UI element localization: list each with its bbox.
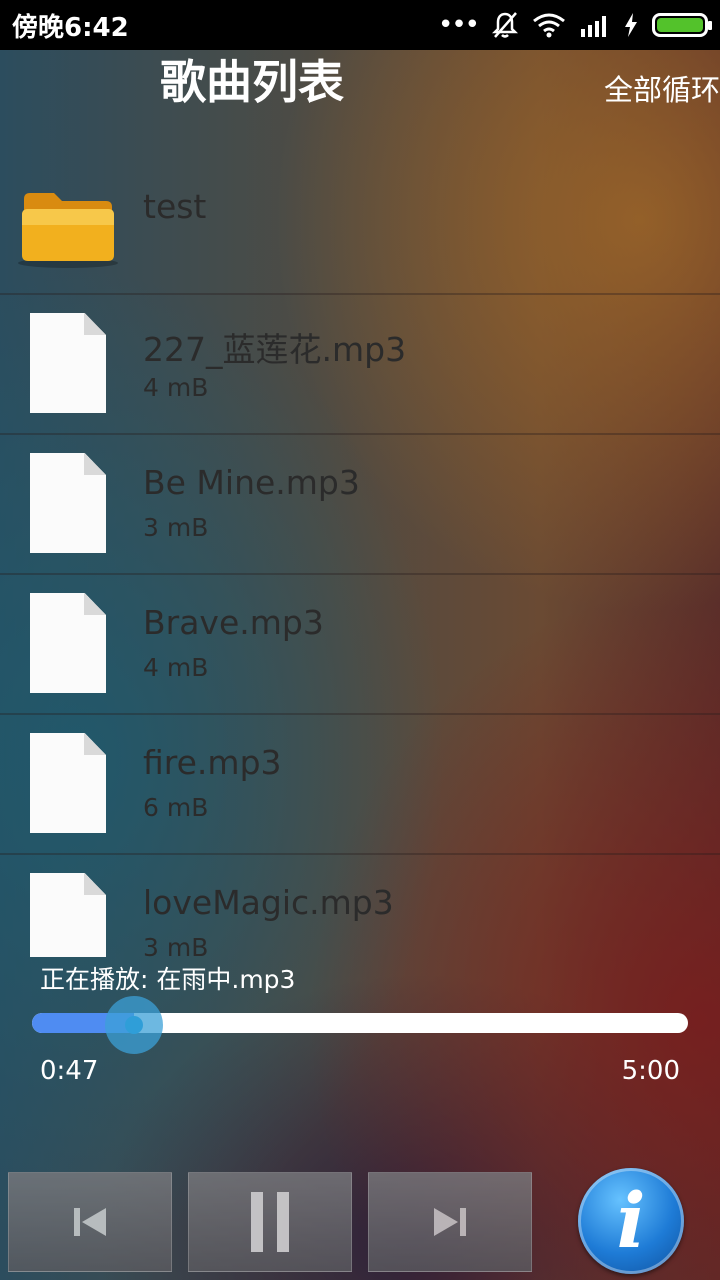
file-name: loveMagic.mp3	[143, 883, 394, 922]
list-item[interactable]: loveMagic.mp3 3 mB	[0, 855, 720, 957]
list-item[interactable]: 227_蓝莲花.mp3 4 mB	[0, 295, 720, 435]
list-item[interactable]: fire.mp3 6 mB	[0, 715, 720, 855]
list-item[interactable]: Brave.mp3 4 mB	[0, 575, 720, 715]
file-name: fire.mp3	[143, 743, 282, 782]
file-size: 6 mB	[143, 793, 209, 822]
info-button[interactable]: i	[578, 1168, 684, 1274]
bell-off-icon	[492, 12, 518, 38]
folder-icon	[18, 193, 118, 268]
status-time: 傍晚6:42	[12, 12, 129, 43]
list-item-folder[interactable]: test	[0, 155, 720, 295]
info-icon: i	[616, 1176, 646, 1265]
battery-level	[657, 18, 703, 32]
file-name: Brave.mp3	[143, 603, 324, 642]
file-icon	[30, 313, 106, 413]
more-dots-icon: •••	[437, 10, 480, 40]
file-name: Be Mine.mp3	[143, 463, 360, 502]
signal-icon	[581, 16, 606, 37]
file-icon	[30, 453, 106, 553]
wifi-icon	[533, 13, 565, 38]
elapsed-time: 0:47	[40, 1056, 99, 1086]
progress-thumb[interactable]	[105, 996, 163, 1054]
now-playing-label: 正在播放: 在雨中.mp3	[40, 965, 296, 994]
list-item[interactable]: Be Mine.mp3 3 mB	[0, 435, 720, 575]
file-size: 3 mB	[143, 513, 209, 542]
file-name: 227_蓝莲花.mp3	[143, 330, 407, 369]
battery-icon	[652, 13, 712, 37]
status-icons: •••	[437, 10, 712, 40]
total-time: 5:00	[621, 1056, 680, 1086]
skip-next-icon	[434, 1208, 466, 1236]
pause-button[interactable]	[188, 1172, 352, 1272]
status-bar: 傍晚6:42 •••	[0, 0, 720, 50]
previous-button[interactable]	[8, 1172, 172, 1272]
loop-mode-button[interactable]: 全部循环	[604, 70, 720, 110]
file-size: 4 mB	[143, 373, 209, 402]
next-button[interactable]	[368, 1172, 532, 1272]
folder-name: test	[143, 187, 207, 226]
skip-previous-icon	[74, 1208, 106, 1236]
file-icon	[30, 733, 106, 833]
file-size: 3 mB	[143, 933, 209, 957]
charging-icon	[625, 13, 637, 37]
page-title: 歌曲列表	[160, 55, 344, 109]
pause-icon	[251, 1192, 289, 1252]
file-size: 4 mB	[143, 653, 209, 682]
file-icon	[30, 593, 106, 693]
song-list[interactable]: test 227_蓝莲花.mp3 4 mB Be Mine.mp3 3 mB B…	[0, 155, 720, 957]
file-icon	[30, 873, 106, 957]
